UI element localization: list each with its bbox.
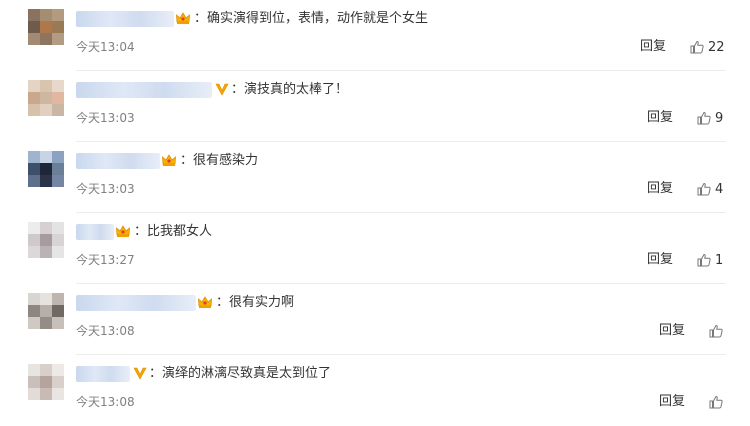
comment-item: ：演技真的太棒了！ 今天13:03 回复 9	[0, 70, 750, 142]
divider	[76, 212, 726, 213]
crown-badge-icon	[198, 296, 212, 308]
comment-item: ：很有感染力 今天13:03 回复 4	[0, 141, 750, 213]
comment-item: ：演绎的淋漓尽致真是太到位了 今天13:08 回复	[0, 354, 750, 426]
username-blurred[interactable]	[76, 153, 160, 169]
thumbs-up-icon	[697, 111, 711, 125]
verified-v-icon	[215, 83, 229, 96]
like-button[interactable]: 9	[697, 109, 723, 127]
comment-text: ：演绎的淋漓尽致真是太到位了	[149, 366, 332, 381]
comment-time: 今天13:08	[76, 324, 135, 338]
like-count: 4	[715, 181, 724, 197]
crown-badge-icon	[116, 225, 130, 237]
username-blurred[interactable]	[76, 224, 114, 240]
comment-item: ：比我都女人 今天13:27 回复 1	[0, 212, 750, 284]
comment-time: 今天13:27	[76, 253, 135, 267]
verified-v-icon	[133, 367, 147, 380]
comment-item: ：很有实力啊 今天13:08 回复	[0, 283, 750, 355]
divider	[76, 70, 726, 71]
avatar[interactable]	[28, 364, 64, 400]
divider	[76, 354, 726, 355]
avatar[interactable]	[28, 151, 64, 187]
crown-badge-icon	[162, 154, 176, 166]
like-button[interactable]: 22	[690, 38, 725, 56]
comment-item: ：确实演得到位，表情，动作就是个女生 今天13:04 回复 22	[0, 0, 750, 71]
comment-time: 今天13:03	[76, 182, 135, 196]
divider	[76, 283, 726, 284]
thumbs-up-icon	[697, 253, 711, 267]
thumbs-up-icon	[690, 40, 704, 54]
divider	[76, 141, 726, 142]
reply-button[interactable]: 回复	[659, 394, 685, 410]
comment-text: ：确实演得到位，表情，动作就是个女生	[194, 11, 429, 26]
avatar[interactable]	[28, 293, 64, 329]
username-blurred[interactable]	[76, 366, 130, 382]
avatar[interactable]	[28, 222, 64, 258]
reply-button[interactable]: 回复	[659, 323, 685, 339]
like-button[interactable]: 1	[697, 251, 723, 269]
reply-button[interactable]: 回复	[647, 110, 673, 126]
like-count: 1	[715, 252, 724, 268]
like-count: 22	[708, 39, 725, 55]
comment-list: ：确实演得到位，表情，动作就是个女生 今天13:04 回复 22 ：演技真的太棒…	[0, 0, 750, 419]
avatar[interactable]	[28, 80, 64, 116]
comment-text: ：演技真的太棒了！	[231, 82, 349, 97]
thumbs-up-icon	[709, 395, 723, 409]
comment-time: 今天13:04	[76, 40, 135, 54]
thumbs-up-icon	[709, 324, 723, 338]
avatar[interactable]	[28, 9, 64, 45]
crown-badge-icon	[176, 12, 190, 24]
comment-text: ：比我都女人	[134, 224, 213, 239]
reply-button[interactable]: 回复	[647, 252, 673, 268]
like-button[interactable]	[709, 322, 727, 340]
like-button[interactable]	[709, 393, 727, 411]
username-blurred[interactable]	[76, 11, 174, 27]
comment-time: 今天13:08	[76, 395, 135, 409]
comment-time: 今天13:03	[76, 111, 135, 125]
like-count: 9	[715, 110, 724, 126]
reply-button[interactable]: 回复	[647, 181, 673, 197]
comment-text: ：很有实力啊	[216, 295, 295, 310]
reply-button[interactable]: 回复	[640, 39, 666, 55]
comment-text: ：很有感染力	[180, 153, 259, 168]
thumbs-up-icon	[697, 182, 711, 196]
username-blurred[interactable]	[76, 82, 212, 98]
like-button[interactable]: 4	[697, 180, 723, 198]
username-blurred[interactable]	[76, 295, 196, 311]
